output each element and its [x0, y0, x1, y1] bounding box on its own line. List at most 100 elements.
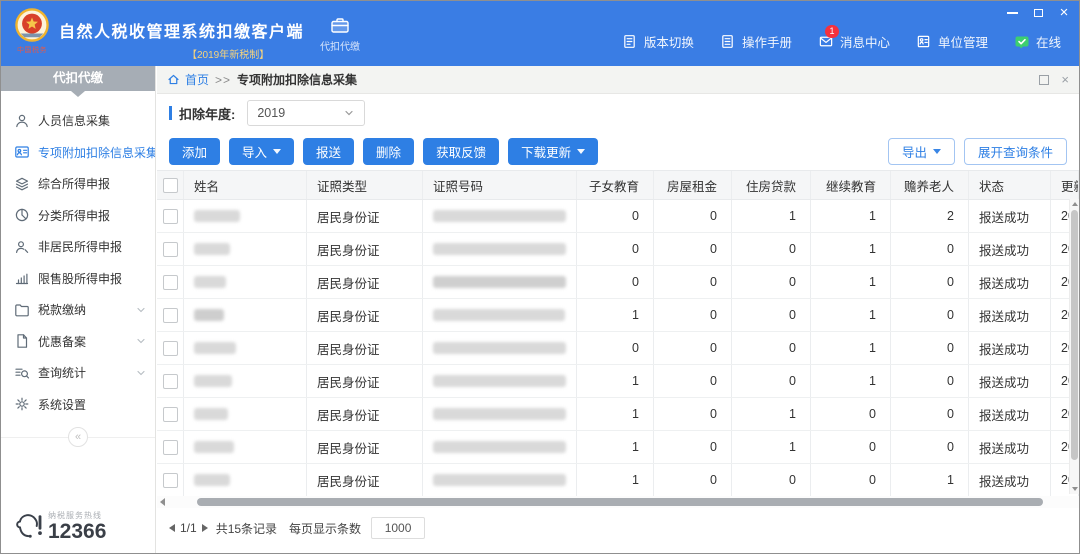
breadcrumb-home-link[interactable]: 首页 — [185, 71, 209, 88]
toolbar-button-1[interactable]: 添加 — [169, 137, 221, 165]
id-number-cell — [423, 233, 577, 265]
name-cell — [184, 365, 307, 397]
nav-label: 版本切换 — [643, 36, 694, 50]
filter-accent-bar — [169, 106, 172, 120]
emblem-caption: 中国税务 — [17, 47, 47, 54]
sidebar-collapse-button[interactable]: « — [68, 427, 88, 447]
horizontal-scrollbar-thumb[interactable] — [197, 498, 1043, 506]
status-cell: 报送成功 — [969, 332, 1051, 364]
row-checkbox-cell — [157, 299, 184, 331]
tab-close-icon[interactable]: × — [1061, 73, 1069, 86]
prev-page-icon[interactable] — [169, 524, 175, 532]
table-row[interactable]: 居民身份证 1 0 0 1 0 报送成功 20 — [157, 365, 1079, 398]
header-nav-document[interactable]: 版本切换 — [622, 32, 694, 51]
sidebar-item-3[interactable]: 综合所得申报 — [1, 168, 155, 200]
elderly-cell: 0 — [891, 365, 969, 397]
table-row[interactable]: 居民身份证 0 0 0 1 0 报送成功 20 — [157, 233, 1079, 266]
toolbar-button-3[interactable]: 报送 — [303, 137, 355, 165]
vertical-scrollbar[interactable] — [1069, 199, 1079, 494]
breadcrumb-separator: >> — [215, 72, 232, 87]
id-type-cell: 居民身份证 — [307, 332, 423, 364]
toolbar-right-button-1[interactable]: 导出 — [887, 137, 955, 165]
next-page-icon[interactable] — [201, 524, 208, 532]
row-checkbox[interactable] — [162, 340, 178, 356]
button-label: 导入 — [242, 145, 268, 160]
header-nav-online-status[interactable]: 在线 — [1014, 32, 1061, 51]
toolbar-button-5[interactable]: 获取反馈 — [423, 137, 500, 165]
page-indicator: 1/1 — [180, 521, 197, 535]
minimize-icon[interactable] — [1005, 6, 1019, 20]
name-redacted — [194, 342, 236, 354]
table-row[interactable]: 居民身份证 1 0 0 1 0 报送成功 20 — [157, 299, 1079, 332]
children-edu-cell: 0 — [577, 233, 654, 265]
id-type-cell: 居民身份证 — [307, 464, 423, 496]
table-row[interactable]: 居民身份证 0 0 0 1 0 报送成功 20 — [157, 332, 1079, 365]
vertical-scrollbar-thumb[interactable] — [1071, 210, 1078, 460]
row-checkbox[interactable] — [162, 274, 178, 290]
sidebar-item-6[interactable]: 限售股所得申报 — [1, 263, 155, 295]
scroll-left-icon[interactable] — [160, 498, 165, 506]
house-rent-cell: 0 — [654, 332, 732, 364]
header-nav-unit[interactable]: 单位管理 — [916, 32, 988, 51]
id-number-redacted — [433, 441, 566, 453]
table-body: 居民身份证 0 0 1 1 2 报送成功 20 居民身份证 0 0 0 1 0 报送成功 20 居民身份证 0 0 0… — [157, 200, 1079, 496]
sidebar-item-label: 优惠备案 — [38, 334, 87, 349]
name-redacted — [194, 309, 224, 321]
person-outline-icon — [14, 239, 30, 255]
row-checkbox[interactable] — [162, 472, 178, 488]
sidebar-item-1[interactable]: 人员信息采集 — [1, 105, 155, 137]
id-number-redacted — [433, 210, 566, 222]
header-nav-message[interactable]: 1 消息中心 — [818, 24, 890, 51]
sidebar-item-label: 专项附加扣除信息采集 — [38, 145, 155, 160]
toolbar-button-6[interactable]: 下载更新 — [508, 137, 599, 165]
sidebar-item-2[interactable]: 专项附加扣除信息采集 — [1, 137, 155, 169]
toolbar-right-button-2[interactable]: 展开查询条件 — [963, 137, 1067, 165]
tab-maximize-icon[interactable] — [1039, 74, 1050, 85]
children-edu-cell: 1 — [577, 398, 654, 430]
sidebar-item-label: 分类所得申报 — [38, 208, 111, 223]
table-row[interactable]: 居民身份证 0 0 1 1 2 报送成功 20 — [157, 200, 1079, 233]
close-icon[interactable]: × — [1057, 5, 1071, 20]
row-checkbox[interactable] — [162, 406, 178, 422]
table-row[interactable]: 居民身份证 1 0 0 0 1 报送成功 20 — [157, 464, 1079, 496]
house-rent-cell: 0 — [654, 398, 732, 430]
table-row[interactable]: 居民身份证 1 0 1 0 0 报送成功 20 — [157, 431, 1079, 464]
table-row[interactable]: 居民身份证 1 0 1 0 0 报送成功 20 — [157, 398, 1079, 431]
header-nav-manual[interactable]: 操作手册 — [720, 32, 792, 51]
elderly-cell: 0 — [891, 266, 969, 298]
toolbar-button-4[interactable]: 删除 — [363, 137, 415, 165]
deduction-year-select[interactable]: 2019 — [247, 100, 366, 126]
row-checkbox[interactable] — [162, 241, 178, 257]
row-checkbox[interactable] — [162, 208, 178, 224]
name-cell — [184, 233, 307, 265]
chevron-down-icon — [135, 367, 147, 379]
national-emblem-logo: 中国税务 — [13, 8, 51, 55]
house-loan-cell: 1 — [732, 431, 811, 463]
sidebar-item-9[interactable]: 查询统计 — [1, 357, 155, 389]
scroll-up-icon[interactable] — [1070, 199, 1079, 209]
nav-label: 操作手册 — [741, 36, 792, 50]
children-edu-cell: 1 — [577, 464, 654, 496]
nav-label: 单位管理 — [937, 36, 988, 50]
home-icon[interactable] — [167, 73, 180, 86]
sidebar-item-4[interactable]: 分类所得申报 — [1, 200, 155, 232]
row-checkbox[interactable] — [162, 439, 178, 455]
deduction-year-label: 扣除年度: — [179, 106, 236, 122]
id-number-cell — [423, 431, 577, 463]
row-checkbox[interactable] — [162, 373, 178, 389]
select-all-checkbox[interactable] — [162, 177, 178, 193]
sidebar-item-8[interactable]: 优惠备案 — [1, 326, 155, 358]
page-size-input[interactable] — [371, 517, 426, 539]
toolbar-button-2[interactable]: 导入 — [229, 137, 295, 165]
sidebar-item-7[interactable]: 税款缴纳 — [1, 294, 155, 326]
maximize-icon[interactable] — [1031, 6, 1045, 20]
column-header: 赡养老人 — [891, 171, 969, 199]
id-number-cell — [423, 332, 577, 364]
horizontal-scrollbar[interactable] — [157, 496, 1079, 508]
sidebar-item-10[interactable]: 系统设置 — [1, 389, 155, 421]
row-checkbox[interactable] — [162, 307, 178, 323]
scroll-down-icon[interactable] — [1070, 484, 1079, 494]
table-row[interactable]: 居民身份证 0 0 0 1 0 报送成功 20 — [157, 266, 1079, 299]
id-card-icon — [14, 144, 30, 160]
sidebar-item-5[interactable]: 非居民所得申报 — [1, 231, 155, 263]
